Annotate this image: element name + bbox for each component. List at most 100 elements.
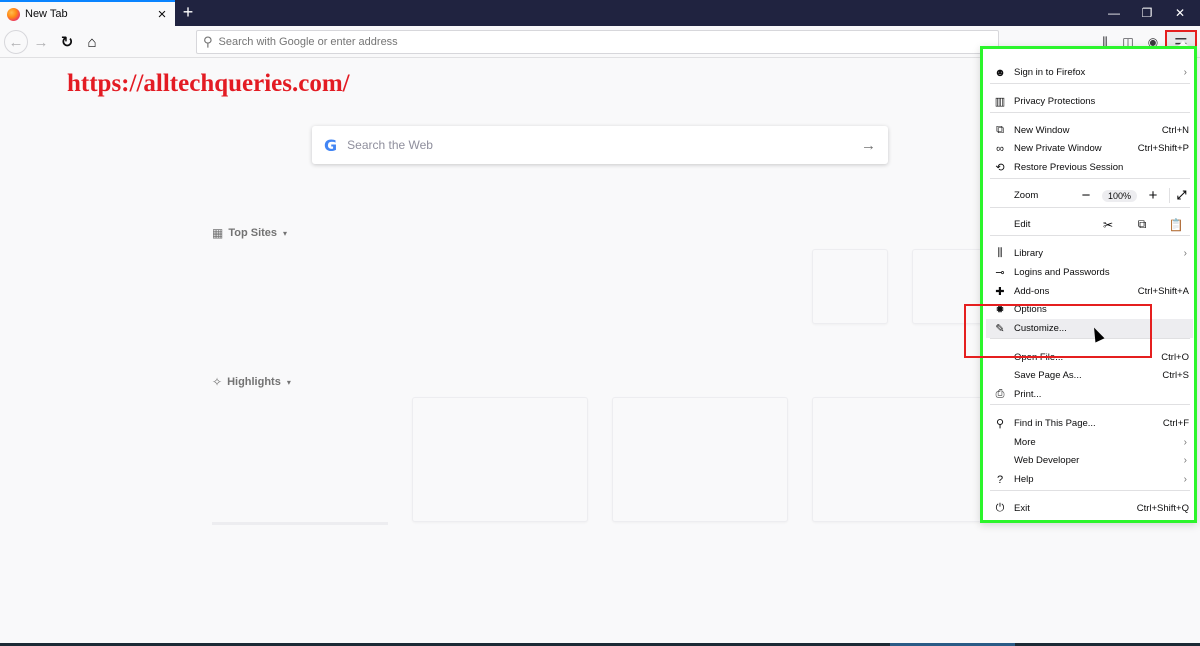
menu-separator: [990, 490, 1190, 491]
watermark-url: https://alltechqueries.com/: [67, 70, 350, 97]
zoom-row: Zoom − 100% + ⤢: [986, 186, 1193, 205]
url-input[interactable]: [218, 36, 919, 48]
menu-item-label: Logins and Passwords: [1014, 267, 1110, 278]
menu-item-web-developer[interactable]: Web Developer ›: [986, 451, 1193, 470]
zoom-label: Zoom: [1014, 190, 1039, 201]
top-sites-header[interactable]: ▦ Top Sites ▾: [212, 226, 287, 240]
cut-button[interactable]: ✂: [1091, 218, 1125, 232]
highlight-card[interactable]: [412, 397, 588, 522]
highlights-header[interactable]: ✧ Highlights ▾: [212, 375, 291, 389]
menu-item-shortcut: Ctrl+Shift+P: [1137, 143, 1189, 154]
menu-item-logins[interactable]: ⊸ Logins and Passwords: [986, 263, 1193, 282]
new-tab-button[interactable]: +: [178, 2, 198, 24]
top-site-tile[interactable]: [812, 249, 888, 324]
menu-item-sign-in[interactable]: ☻ Sign in to Firefox ›: [986, 63, 1193, 82]
chevron-right-icon: ›: [1183, 437, 1187, 448]
menu-item-more[interactable]: More ›: [986, 433, 1193, 452]
edit-label: Edit: [1014, 219, 1031, 230]
logins-icon: ⊸: [995, 267, 1005, 279]
chevron-right-icon: ›: [1183, 455, 1187, 466]
menu-item-addons[interactable]: ✚ Add-ons Ctrl+Shift+A: [986, 282, 1193, 301]
zoom-controls: − 100% + ⤢: [1074, 187, 1193, 204]
chevron-down-icon[interactable]: ▾: [283, 229, 287, 238]
privacy-icon: ▥: [994, 96, 1006, 108]
web-search-box[interactable]: G Search the Web →: [312, 126, 888, 164]
search-submit-arrow-icon[interactable]: →: [861, 137, 876, 154]
menu-item-label: Exit: [1014, 503, 1030, 514]
reload-button[interactable]: ↻: [55, 30, 79, 54]
menu-item-label: Help: [1014, 474, 1034, 485]
menu-separator: [990, 235, 1190, 236]
menu-item-label: Save Page As...: [1014, 370, 1082, 381]
menu-item-library[interactable]: ⫼ Library ›: [986, 244, 1193, 263]
menu-item-label: Privacy Protections: [1014, 96, 1096, 107]
tab-new-tab[interactable]: New Tab ×: [0, 0, 175, 26]
menu-separator: [990, 83, 1190, 84]
menu-item-print[interactable]: ⎙ Print...: [986, 385, 1193, 404]
top-sites-label: Top Sites: [228, 227, 278, 239]
menu-item-help[interactable]: ? Help ›: [986, 470, 1193, 489]
firefox-icon: [7, 7, 20, 21]
help-icon: ?: [996, 473, 1004, 486]
addons-icon: ✚: [995, 286, 1005, 298]
menu-item-shortcut: Ctrl+O: [1161, 352, 1189, 363]
copy-button[interactable]: ⧉: [1125, 217, 1159, 232]
chevron-down-icon[interactable]: ▾: [287, 378, 291, 387]
url-bar[interactable]: ⚲: [196, 30, 999, 54]
print-icon: ⎙: [995, 388, 1005, 400]
fullscreen-button[interactable]: ⤢: [1169, 188, 1193, 203]
edit-controls: ✂ ⧉ 📋: [1091, 217, 1193, 232]
menu-item-shortcut: Ctrl+S: [1162, 370, 1189, 381]
menu-separator: [990, 178, 1190, 179]
menu-item-find[interactable]: ⚲ Find in This Page... Ctrl+F: [986, 414, 1193, 433]
menu-item-restore-session[interactable]: ⟲ Restore Previous Session: [986, 158, 1193, 177]
menu-item-label: Library: [1014, 248, 1044, 259]
home-button[interactable]: ⌂: [80, 30, 104, 54]
menu-item-label: Sign in to Firefox: [1014, 67, 1086, 78]
app-menu-panel: ☻ Sign in to Firefox › ▥ Privacy Protections…: [980, 46, 1197, 523]
menu-item-label: Print...: [1014, 389, 1042, 400]
grid-icon: ▦: [212, 226, 224, 240]
search-icon: ⚲: [203, 34, 213, 49]
new-private-window-icon: ∞: [996, 142, 1004, 155]
restore-session-icon: ⟲: [995, 162, 1005, 174]
highlights-placeholder-line: [212, 522, 388, 525]
zoom-in-button[interactable]: +: [1141, 187, 1165, 204]
find-icon: ⚲: [995, 418, 1005, 430]
menu-separator: [990, 404, 1190, 405]
tab-close-button[interactable]: ×: [153, 7, 171, 22]
forward-button[interactable]: →: [29, 30, 53, 54]
menu-separator: [990, 112, 1190, 113]
exit-icon: ⏻: [995, 502, 1005, 514]
menu-item-label: Add-ons: [1014, 286, 1050, 297]
menu-item-new-private-window[interactable]: ∞ New Private Window Ctrl+Shift+P: [986, 139, 1193, 158]
menu-item-label: Restore Previous Session: [1014, 162, 1124, 173]
highlight-card[interactable]: [812, 397, 988, 522]
menu-item-save-page[interactable]: Save Page As... Ctrl+S: [986, 366, 1193, 385]
back-button[interactable]: ←: [4, 30, 28, 54]
sign-in-icon: ☻: [994, 66, 1006, 79]
new-window-icon: ⧉: [996, 124, 1004, 136]
highlight-card[interactable]: [612, 397, 788, 522]
web-search-placeholder[interactable]: Search the Web: [347, 138, 861, 152]
close-window-button[interactable]: ✕: [1160, 0, 1200, 26]
menu-item-label: New Window: [1014, 125, 1070, 136]
menu-item-shortcut: Ctrl+N: [1161, 125, 1189, 136]
edit-row: Edit ✂ ⧉ 📋: [986, 215, 1193, 234]
google-logo-icon: G: [324, 135, 338, 155]
menu-item-shortcut: Ctrl+Shift+A: [1137, 286, 1189, 297]
chevron-right-icon: ›: [1183, 474, 1187, 485]
zoom-reset-button[interactable]: 100%: [1101, 189, 1137, 202]
menu-item-label: Find in This Page...: [1014, 418, 1096, 429]
zoom-out-button[interactable]: −: [1074, 187, 1098, 204]
tab-strip: New Tab × + — ❐ ✕: [0, 0, 1200, 26]
menu-item-label: New Private Window: [1014, 143, 1102, 154]
menu-item-label: Web Developer: [1014, 455, 1080, 466]
paste-button[interactable]: 📋: [1159, 218, 1193, 232]
menu-item-exit[interactable]: ⏻ Exit Ctrl+Shift+Q: [986, 499, 1193, 518]
menu-item-new-window[interactable]: ⧉ New Window Ctrl+N: [986, 121, 1193, 140]
menu-item-privacy[interactable]: ▥ Privacy Protections: [986, 92, 1193, 111]
sparkle-icon: ✧: [212, 375, 223, 389]
chevron-right-icon: ›: [1183, 67, 1187, 78]
annotation-highlight-box: [964, 304, 1152, 358]
